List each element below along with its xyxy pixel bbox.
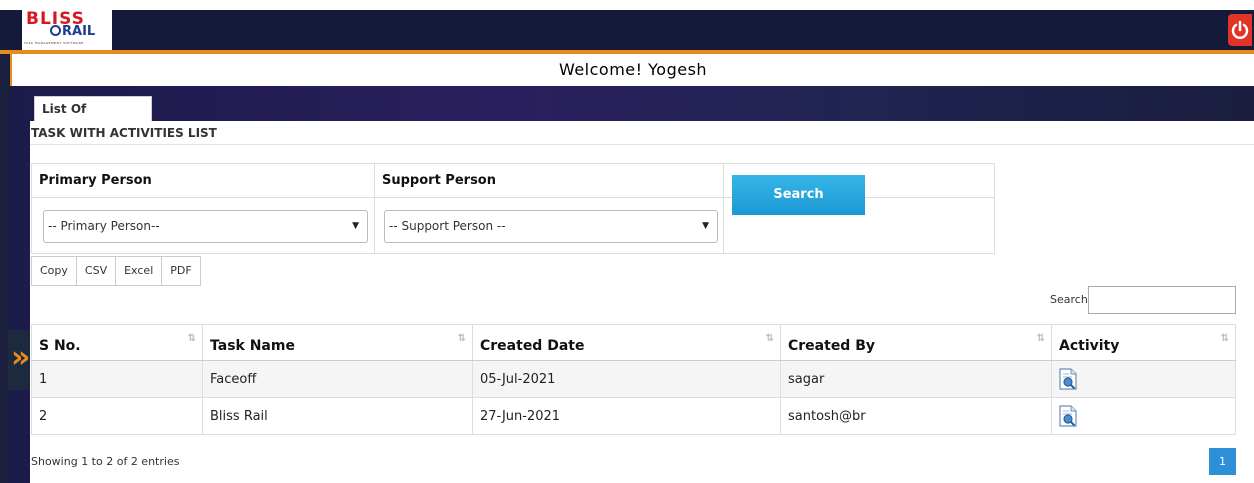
power-button[interactable] xyxy=(1228,14,1252,46)
filter-box: Primary Person Support Person -- Primary… xyxy=(31,163,995,254)
sort-icon: ⇅ xyxy=(1220,333,1229,344)
copy-button[interactable]: Copy xyxy=(32,257,77,285)
export-buttons: Copy CSV Excel PDF xyxy=(31,256,201,286)
pdf-button[interactable]: PDF xyxy=(162,257,199,285)
cell-created-date: 27-Jun-2021 xyxy=(472,397,781,435)
primary-person-label: Primary Person xyxy=(32,164,375,198)
expand-sidebar-button[interactable]: » xyxy=(8,330,30,390)
cell-sno: 1 xyxy=(31,360,203,398)
excel-button[interactable]: Excel xyxy=(116,257,163,285)
table-search-input[interactable] xyxy=(1088,286,1236,314)
cell-task-name: Faceoff xyxy=(202,360,473,398)
sort-icon: ⇅ xyxy=(457,333,466,344)
table-header-row: S No. ⇅ Task Name ⇅ Created Date ⇅ Created … xyxy=(31,324,1236,361)
chevron-down-icon: ▼ xyxy=(352,221,359,231)
column-task-name[interactable]: Task Name ⇅ xyxy=(202,324,473,361)
column-sno[interactable]: S No. ⇅ xyxy=(31,324,203,361)
chevron-down-icon: ▼ xyxy=(702,221,709,231)
sort-icon: ⇅ xyxy=(187,333,196,344)
column-created-by[interactable]: Created By ⇅ xyxy=(780,324,1052,361)
primary-cell: -- Primary Person-- ▼ xyxy=(32,198,375,254)
main-panel: TASK WITH ACTIVITIES LIST Primary Person… xyxy=(30,121,1254,483)
activities-table: S No. ⇅ Task Name ⇅ Created Date ⇅ Created … xyxy=(31,324,1236,435)
logo-tagline: TASK MANAGEMENT SOFTWARE xyxy=(24,41,84,45)
tab-list-of-activities[interactable]: List Of Activities× xyxy=(34,96,152,140)
entries-info: Showing 1 to 2 of 2 entries xyxy=(31,455,180,468)
primary-person-value: -- Primary Person-- xyxy=(48,219,160,233)
page-1-button[interactable]: 1 xyxy=(1209,448,1236,475)
logo-brand-bottom: RAIL xyxy=(50,25,95,39)
bliss-rail-logo: BLISS RAIL TASK MANAGEMENT SOFTWARE xyxy=(22,10,112,50)
panel-title: TASK WITH ACTIVITIES LIST xyxy=(30,121,1254,145)
column-activity[interactable]: Activity ⇅ xyxy=(1051,324,1236,361)
cell-sno: 2 xyxy=(31,397,203,435)
support-person-select[interactable]: -- Support Person -- ▼ xyxy=(384,210,718,243)
cell-created-date: 05-Jul-2021 xyxy=(472,360,781,398)
sort-icon: ⇅ xyxy=(765,333,774,344)
search-button[interactable]: Search xyxy=(732,175,865,215)
document-view-icon[interactable] xyxy=(1059,368,1077,390)
table-search-label: Search: xyxy=(1050,293,1092,306)
document-view-icon[interactable] xyxy=(1059,405,1077,427)
support-person-value: -- Support Person -- xyxy=(389,219,506,233)
cell-activity xyxy=(1051,360,1236,398)
primary-person-select[interactable]: -- Primary Person-- ▼ xyxy=(43,210,368,243)
left-strip xyxy=(0,54,10,483)
support-person-label: Support Person xyxy=(375,164,724,198)
column-created-date[interactable]: Created Date ⇅ xyxy=(472,324,781,361)
cell-created-by: santosh@br xyxy=(780,397,1052,435)
top-bar xyxy=(0,10,1254,50)
sort-icon: ⇅ xyxy=(1036,333,1045,344)
top-margin xyxy=(0,0,1254,10)
power-icon xyxy=(1231,20,1249,39)
welcome-message: Welcome! Yogesh xyxy=(10,54,1254,86)
double-chevron-right-icon: » xyxy=(11,340,31,375)
table-row: 2 Bliss Rail 27-Jun-2021 santosh@br xyxy=(31,397,1236,435)
support-cell: -- Support Person -- ▼ xyxy=(375,198,724,254)
cell-created-by: sagar xyxy=(780,360,1052,398)
cell-activity xyxy=(1051,397,1236,435)
csv-button[interactable]: CSV xyxy=(77,257,117,285)
table-row: 1 Faceoff 05-Jul-2021 sagar xyxy=(31,360,1236,398)
cell-task-name: Bliss Rail xyxy=(202,397,473,435)
